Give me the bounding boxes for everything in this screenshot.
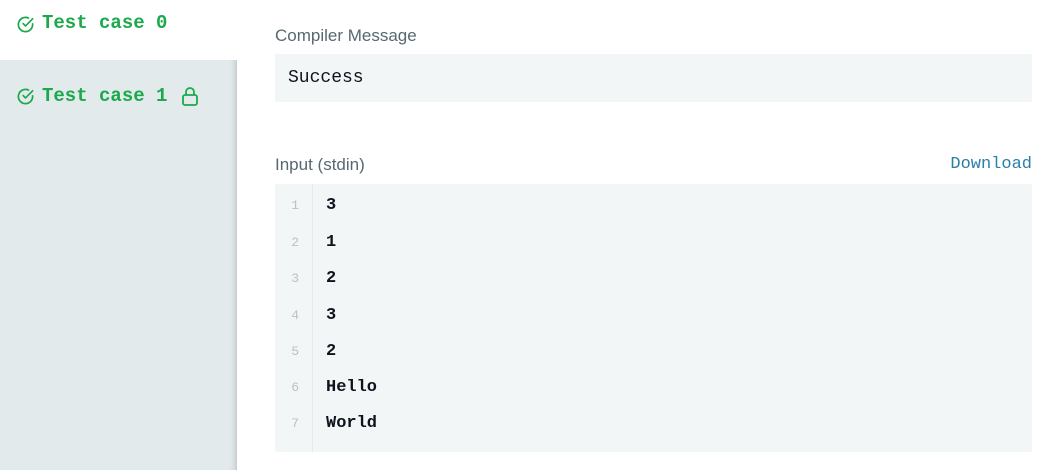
- test-case-label: Test case 1: [42, 85, 168, 107]
- code-line: 6 Hello: [275, 372, 1032, 408]
- code-line: 7 World: [275, 408, 1032, 444]
- line-number: 2: [291, 235, 299, 250]
- test-case-0-tab[interactable]: Test case 0: [0, 0, 237, 60]
- line-number: 6: [291, 380, 299, 395]
- download-link[interactable]: Download: [950, 155, 1032, 174]
- compiler-message-label: Compiler Message: [275, 26, 417, 45]
- code-line: 1 3: [275, 190, 1032, 226]
- code-line: 4 3: [275, 300, 1032, 336]
- check-circle-icon: [17, 88, 34, 105]
- line-text: Hello: [326, 378, 378, 397]
- code-line: 5 2: [275, 336, 1032, 372]
- code-line: 2 1: [275, 227, 1032, 263]
- line-number: 1: [291, 198, 299, 213]
- line-number: 7: [291, 416, 299, 431]
- line-text: 2: [326, 269, 337, 288]
- compiler-message-box: Success: [275, 54, 1032, 102]
- line-text: World: [326, 414, 378, 433]
- line-text: 3: [326, 306, 337, 325]
- lock-icon: [182, 87, 198, 106]
- check-circle-icon: [17, 16, 34, 33]
- input-stdin-label: Input (stdin): [275, 155, 365, 174]
- test-case-sidebar: Test case 0 Test case 1: [0, 0, 237, 470]
- test-case-label: Test case 0: [42, 12, 168, 34]
- test-case-1-tab[interactable]: Test case 1: [0, 60, 237, 136]
- line-text: 1: [326, 233, 337, 252]
- compiler-message-text: Success: [288, 68, 364, 88]
- line-number: 5: [291, 344, 299, 359]
- test-results-panel: Test case 0 Test case 1 Compiler Message…: [0, 0, 1058, 470]
- line-text: 2: [326, 342, 337, 361]
- line-number: 3: [291, 271, 299, 286]
- stdin-code-view: 1 3 2 1 3 2 4 3 5 2 6 Hello 7 World: [275, 184, 1032, 452]
- line-text: 3: [326, 196, 337, 215]
- line-number: 4: [291, 308, 299, 323]
- code-line: 3 2: [275, 263, 1032, 299]
